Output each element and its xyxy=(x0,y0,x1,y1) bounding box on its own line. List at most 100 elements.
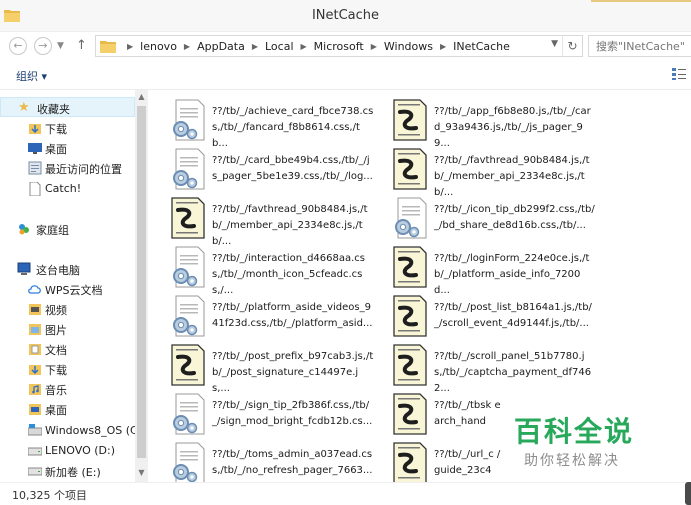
file-item[interactable]: ??/tb/_/interaction_d4668aa.css,/tb/_/mo… xyxy=(150,243,368,296)
forward-button[interactable]: → xyxy=(34,37,52,55)
css-file-icon xyxy=(173,393,205,435)
nav-item-label: 文档 xyxy=(45,344,67,357)
file-item[interactable]: ??/tb/_/sign_tip_2fb386f.css,/tb/_/sign_… xyxy=(150,390,372,438)
nav-item-pictures[interactable]: 图片 xyxy=(0,319,135,339)
css-file-icon xyxy=(173,442,205,482)
breadcrumb-item[interactable]: Microsoft xyxy=(314,40,364,53)
nav-item-catch[interactable]: Catch! xyxy=(0,179,135,199)
file-item[interactable]: ??/tb/_/card_bbe49b4.css,/tb/_/js_pager_… xyxy=(150,145,373,193)
nav-item-drive-e[interactable]: 新加卷 (E:) xyxy=(0,461,135,481)
file-item[interactable]: ??/tb/_/favthread_90b8484.js,/tb/_/membe… xyxy=(150,194,368,247)
nav-item-label: Windows8_OS (C: xyxy=(45,424,135,437)
homegroup-icon xyxy=(19,224,29,235)
scroll-down-arrow-icon[interactable]: ▼ xyxy=(135,466,148,480)
nav-item-label: 下载 xyxy=(45,123,67,136)
arrow-left-icon: ← xyxy=(13,39,23,52)
search-input[interactable] xyxy=(589,36,691,56)
chevron-right-icon[interactable]: ▶ xyxy=(440,42,446,51)
chevron-right-icon: ▶ xyxy=(127,41,134,51)
recent-places-icon xyxy=(28,161,42,175)
scroll-handle[interactable] xyxy=(685,482,691,505)
file-item[interactable]: ??/tb/_/favthread_90b8484.js,/tb/_/membe… xyxy=(372,145,590,198)
nav-item-downloads-pc[interactable]: 下载 xyxy=(0,359,135,379)
window-title: INetCache xyxy=(311,8,380,23)
window-edge-accent xyxy=(591,0,691,2)
nav-item-videos[interactable]: 视频 xyxy=(0,299,135,319)
chevron-right-icon[interactable]: ▶ xyxy=(252,42,258,51)
scroll-up-arrow-icon[interactable]: ▲ xyxy=(135,90,148,104)
file-item[interactable]: ??/tb/_/scroll_panel_51b7780.js,/tb/_/ca… xyxy=(372,341,591,394)
nav-item-label: 视频 xyxy=(45,304,67,317)
js-file-icon xyxy=(393,393,427,435)
organize-menu[interactable]: 组织 ▾ xyxy=(16,68,47,84)
chevron-down-icon[interactable]: ▼ xyxy=(551,39,558,49)
recent-locations-dropdown[interactable]: ▼ xyxy=(57,37,64,55)
file-item[interactable]: ??/tb/_/post_prefix_b97cab3.js,/tb/_/pos… xyxy=(150,341,373,394)
css-file-icon xyxy=(173,99,205,141)
file-item[interactable]: ??/tb/_/app_f6b8e80.js,/tb/_/card_93a943… xyxy=(372,96,591,149)
chevron-right-icon[interactable]: ▶ xyxy=(371,42,377,51)
music-folder-icon xyxy=(29,384,41,395)
nav-item-this-pc[interactable]: 这台电脑 xyxy=(0,259,135,279)
nav-item-label: 最近访问的位置 xyxy=(45,163,122,176)
drive-icon xyxy=(28,467,42,476)
file-name: ??/tb/_/tbsk earch_hand xyxy=(434,400,501,427)
css-file-icon xyxy=(173,246,205,288)
desktop-icon xyxy=(28,143,42,154)
js-file-icon xyxy=(393,246,427,288)
navigation-scrollbar[interactable]: ▲ ▼ xyxy=(135,90,148,482)
status-bar: 10,325 个项目 xyxy=(0,482,691,505)
refresh-button[interactable]: ↻ xyxy=(562,36,582,56)
css-file-icon xyxy=(173,148,205,190)
file-item[interactable]: ??/tb/_/icon_tip_db299f2.css,/tb/_/bd_sh… xyxy=(372,194,595,242)
nav-item-label: 新加卷 (E:) xyxy=(45,466,101,479)
nav-item-desktop-pc[interactable]: 桌面 xyxy=(0,399,135,419)
watermark: 百科全说 助你轻松解决 xyxy=(514,410,664,472)
nav-item-music[interactable]: 音乐 xyxy=(0,379,135,399)
breadcrumb-item[interactable]: Local xyxy=(265,40,294,53)
nav-item-label: 收藏夹 xyxy=(37,103,70,116)
file-item[interactable]: ??/tb/_/achieve_card_fbce738.css,/tb/_/f… xyxy=(150,96,373,149)
breadcrumb-item[interactable]: lenovo xyxy=(140,40,177,53)
item-count: 10,325 个项目 xyxy=(12,489,87,502)
up-button[interactable]: ↑ xyxy=(76,37,87,55)
breadcrumb-item[interactable]: INetCache xyxy=(453,40,510,53)
scrollbar-thumb[interactable] xyxy=(137,106,146,458)
file-item[interactable]: ??/tb/_/loginForm_224e0ce.js,/tb/_/platf… xyxy=(372,243,590,296)
nav-item-desktop[interactable]: 桌面 xyxy=(0,138,135,158)
star-icon: ★ xyxy=(18,100,30,115)
chevron-right-icon[interactable]: ▶ xyxy=(301,42,307,51)
nav-item-documents[interactable]: 文档 xyxy=(0,339,135,359)
nav-item-wps-cloud[interactable]: WPS云文档 xyxy=(0,279,135,299)
nav-item-recent-places[interactable]: 最近访问的位置 xyxy=(0,158,135,178)
nav-item-label: 这台电脑 xyxy=(36,264,80,277)
navigation-pane: ★ 收藏夹 下载 桌面 最近访问的位置 Catch! 家庭组 这台电脑 WPS云… xyxy=(0,90,135,482)
nav-item-label: 桌面 xyxy=(45,404,67,417)
nav-item-label: 音乐 xyxy=(45,384,67,397)
documents-folder-icon xyxy=(29,344,41,355)
breadcrumb-item[interactable]: AppData xyxy=(197,40,245,53)
file-name: ??/tb/_/platform_aside_videos_941f23d.cs… xyxy=(212,302,373,329)
file-name: ??/tb/_/card_bbe49b4.css,/tb/_/js_pager_… xyxy=(212,155,373,182)
pictures-folder-icon xyxy=(29,324,41,335)
address-bar[interactable]: ▶ lenovo ▶ AppData ▶ Local ▶ Microsoft ▶… xyxy=(95,35,583,57)
nav-item-homegroup[interactable]: 家庭组 xyxy=(0,219,135,239)
nav-item-drive-c[interactable]: Windows8_OS (C: xyxy=(0,421,135,441)
breadcrumb-item[interactable]: Windows xyxy=(384,40,433,53)
file-item[interactable]: ??/tb/_/post_list_b8164a1.js,/tb/_/scrol… xyxy=(372,292,592,340)
nav-item-favorites[interactable]: ★ 收藏夹 xyxy=(0,97,135,117)
nav-item-downloads[interactable]: 下载 xyxy=(0,118,135,138)
refresh-icon: ↻ xyxy=(567,39,578,53)
chevron-right-icon[interactable]: ▶ xyxy=(184,42,190,51)
file-item[interactable]: ??/tb/_/platform_aside_videos_941f23d.cs… xyxy=(150,292,372,340)
css-file-icon xyxy=(395,197,427,239)
nav-item-label: 家庭组 xyxy=(36,224,69,237)
back-button[interactable]: ← xyxy=(9,37,27,55)
search-box[interactable] xyxy=(588,35,691,57)
download-folder-icon xyxy=(29,365,41,375)
arrow-up-icon: ↑ xyxy=(76,38,87,53)
file-item[interactable]: ??/tb/_/toms_admin_a037ead.css,/tb/_/no_… xyxy=(150,439,372,482)
nav-item-drive-d[interactable]: LENOVO (D:) xyxy=(0,441,135,461)
js-file-icon xyxy=(393,442,427,482)
view-options-icon[interactable] xyxy=(672,68,686,80)
